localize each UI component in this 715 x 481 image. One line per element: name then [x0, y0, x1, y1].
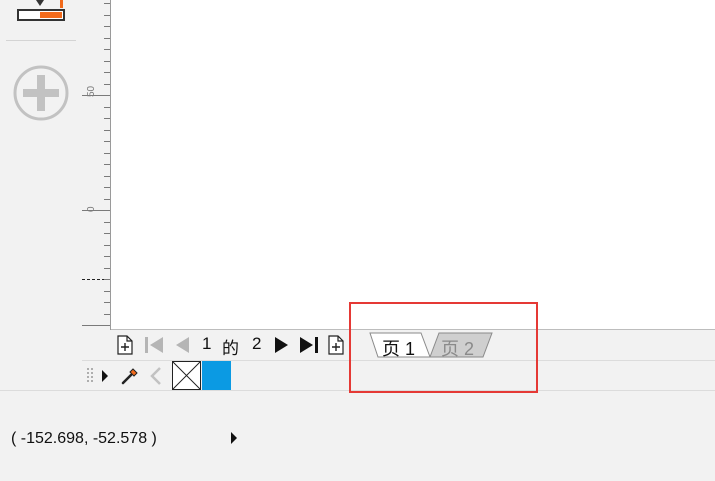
- ruler-tick: [82, 325, 110, 326]
- previous-page-button[interactable]: [173, 335, 191, 355]
- palette-grip[interactable]: [86, 367, 94, 383]
- palette-scroll-left[interactable]: [149, 366, 163, 386]
- ruler-tick: [104, 256, 110, 257]
- next-page-button[interactable]: [273, 335, 291, 355]
- ruler-tick: [104, 118, 110, 119]
- vertical-ruler[interactable]: 50 0: [82, 0, 111, 330]
- total-pages: 2: [252, 334, 262, 353]
- ruler-tick: [104, 130, 110, 131]
- ruler-tick: [104, 107, 110, 108]
- fill-stroke-icon[interactable]: [16, 0, 66, 22]
- previous-page-icon: [176, 337, 189, 353]
- cursor-coordinates: ( -152.698, -52.578 ): [11, 430, 157, 447]
- highlight-box: [349, 302, 538, 393]
- ruler-tick: [104, 61, 110, 62]
- ruler-tick: [104, 26, 110, 27]
- ruler-tick: [104, 199, 110, 200]
- ruler-tick: [104, 49, 110, 50]
- ruler-tick: [104, 233, 110, 234]
- ruler-tick: [104, 84, 110, 85]
- ruler-tick: [104, 187, 110, 188]
- first-page-button[interactable]: [143, 335, 165, 355]
- add-page-before-button[interactable]: [116, 335, 134, 355]
- drawing-canvas[interactable]: [111, 0, 715, 330]
- ruler-tick: [104, 222, 110, 223]
- plus-circle-icon[interactable]: [12, 64, 70, 122]
- first-page-icon: [145, 337, 163, 353]
- ruler-tick: [104, 302, 110, 303]
- eyedropper-icon[interactable]: [120, 366, 140, 386]
- add-page-icon: [328, 335, 344, 355]
- ruler-tick: [104, 38, 110, 39]
- toolbox-divider: [6, 40, 76, 41]
- ruler-tick: [82, 210, 110, 211]
- add-page-after-button[interactable]: [327, 335, 345, 355]
- ruler-tick: [104, 314, 110, 315]
- color-swatch-blue[interactable]: [202, 361, 231, 390]
- ruler-tick: [104, 279, 110, 280]
- status-bar: ( -152.698, -52.578 ): [0, 390, 715, 481]
- ruler-tick: [82, 95, 110, 96]
- ruler-tick: [104, 291, 110, 292]
- status-expand-arrow[interactable]: [229, 431, 239, 445]
- ruler-tick: [104, 3, 110, 4]
- page-of-label: 的: [222, 339, 239, 358]
- ruler-tick: [104, 72, 110, 73]
- last-page-icon: [300, 337, 318, 353]
- ruler-tick: [104, 164, 110, 165]
- ruler-tick: [104, 245, 110, 246]
- current-page-number: 1: [202, 334, 212, 353]
- toolbox: [0, 0, 82, 390]
- ruler-tick: [104, 15, 110, 16]
- palette-expand-arrow[interactable]: [100, 369, 110, 383]
- ruler-tick: [104, 141, 110, 142]
- no-color-swatch[interactable]: [172, 361, 201, 390]
- add-page-icon: [117, 335, 133, 355]
- ruler-tick: [104, 176, 110, 177]
- next-page-icon: [275, 337, 288, 353]
- ruler-tick: [104, 268, 110, 269]
- ruler-tick: [104, 153, 110, 154]
- last-page-button[interactable]: [298, 335, 320, 355]
